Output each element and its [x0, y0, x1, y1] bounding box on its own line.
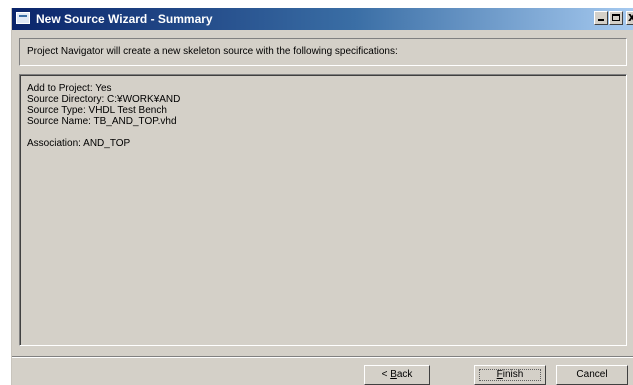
- window-icon: [16, 12, 30, 24]
- summary-blank-line: [27, 127, 180, 138]
- finish-button-accelerator: F: [496, 369, 503, 380]
- back-button[interactable]: < Back: [364, 365, 430, 385]
- summary-text: Add to Project: Yes Source Directory: C:…: [27, 83, 180, 149]
- finish-button-label: inish: [502, 369, 524, 380]
- back-button-prefix: <: [381, 369, 391, 380]
- summary-source-type: Source Type: VHDL Test Bench: [27, 105, 167, 116]
- wizard-window: New Source Wizard - Summary x Project Na…: [11, 8, 633, 385]
- header-text: Project Navigator will create a new skel…: [27, 46, 398, 57]
- cancel-button[interactable]: Cancel: [556, 365, 628, 385]
- close-icon: x: [628, 12, 633, 24]
- title-bar-buttons: x: [594, 11, 633, 27]
- minimize-button[interactable]: [594, 11, 608, 25]
- maximize-button[interactable]: [609, 11, 623, 25]
- summary-add-to-project: Add to Project: Yes: [27, 83, 112, 94]
- footer-separator: [12, 356, 633, 358]
- back-button-accelerator: B: [390, 369, 397, 380]
- close-button[interactable]: x: [626, 11, 633, 25]
- finish-button[interactable]: Finish: [474, 365, 546, 385]
- summary-panel-inner: Add to Project: Yes Source Directory: C:…: [20, 75, 626, 345]
- title-bar[interactable]: New Source Wizard - Summary x: [12, 8, 633, 30]
- back-button-label: ack: [396, 369, 413, 380]
- summary-panel[interactable]: Add to Project: Yes Source Directory: C:…: [19, 74, 627, 346]
- summary-source-name: Source Name: TB_AND_TOP.vhd: [27, 116, 177, 127]
- summary-source-directory: Source Directory: C:¥WORK¥AND: [27, 94, 181, 105]
- window-title: New Source Wizard - Summary: [36, 12, 213, 26]
- header-panel: Project Navigator will create a new skel…: [19, 38, 627, 66]
- summary-association: Association: AND_TOP: [27, 138, 131, 149]
